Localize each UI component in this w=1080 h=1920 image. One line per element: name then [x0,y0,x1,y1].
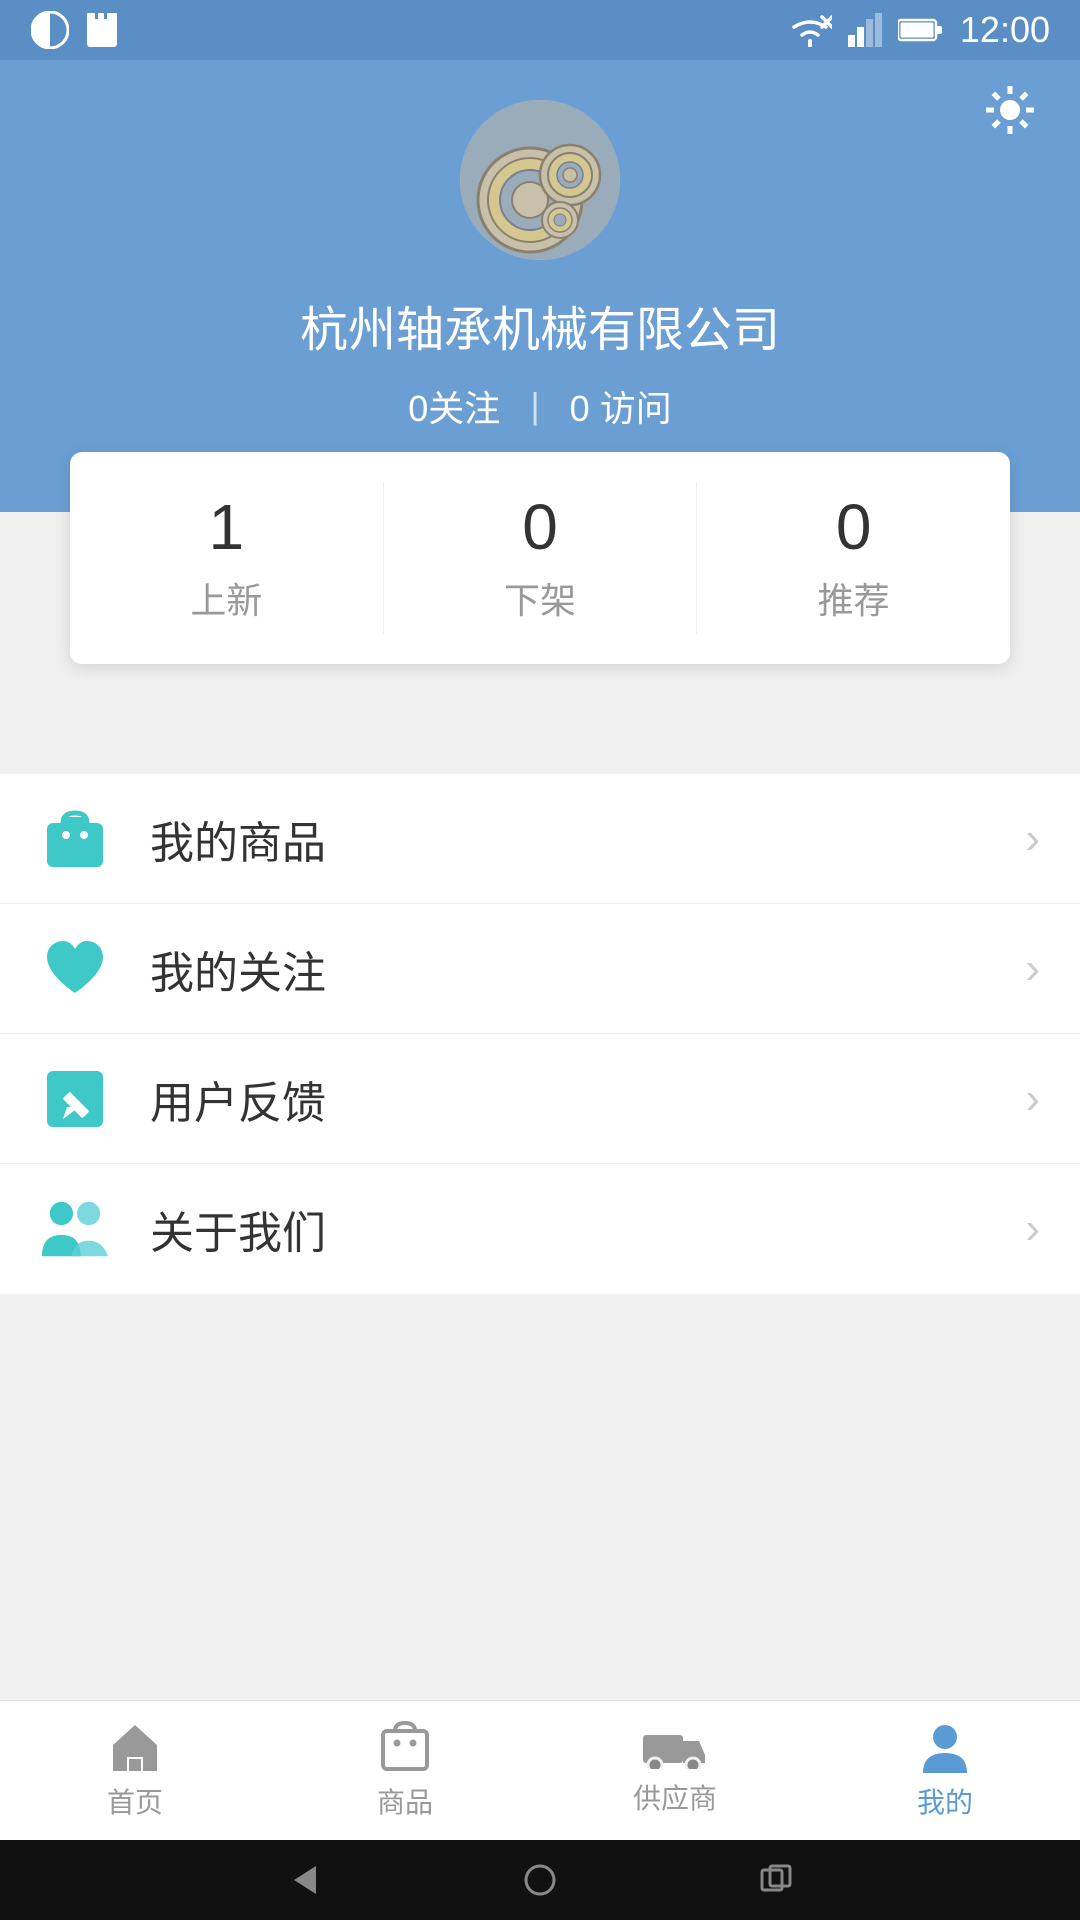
settings-button[interactable] [980,80,1040,140]
menu-label-my-follow: 我的关注 [150,937,1025,1001]
avatar[interactable] [460,100,620,260]
visit-count: 0 访问 [570,380,672,432]
chevron-right-icon: › [1025,814,1040,864]
bottom-nav: 首页 商品 供应商 [0,1700,1080,1840]
sd-card-icon [82,10,122,50]
nav-item-home[interactable]: 首页 [0,1701,270,1840]
nav-item-supplier[interactable]: 供应商 [540,1701,810,1840]
status-time: 12:00 [960,9,1050,51]
supplier-icon [643,1725,707,1769]
shopping-bag-icon [40,804,110,874]
chevron-right-icon-2: › [1025,944,1040,994]
stat-down-label: 下架 [504,572,576,624]
stat-down-number: 0 [522,492,558,562]
nav-item-my[interactable]: 我的 [810,1701,1080,1840]
menu-item-my-products[interactable]: 我的商品 › [0,774,1080,904]
nav-label-supplier: 供应商 [633,1777,717,1817]
menu-label-user-feedback: 用户反馈 [150,1067,1025,1131]
menu-label-my-products: 我的商品 [150,807,1025,871]
stat-recommend-label: 推荐 [818,572,890,624]
follow-count: 0关注 [408,380,500,432]
profile-stats-row: 0关注 | 0 访问 [408,380,671,432]
stat-down[interactable]: 0 下架 [384,452,697,664]
menu-item-user-feedback[interactable]: 用户反馈 › [0,1034,1080,1164]
profile-header: 杭州轴承机械有限公司 0关注 | 0 访问 [0,60,1080,512]
home-button[interactable] [522,1862,558,1898]
feedback-icon [40,1064,110,1134]
stats-card: 1 上新 0 下架 0 推荐 [70,452,1010,664]
nav-label-home: 首页 [107,1781,163,1821]
status-bar: 12:00 [0,0,1080,60]
company-name: 杭州轴承机械有限公司 [300,290,780,360]
my-icon [919,1721,971,1773]
about-icon [40,1194,110,1264]
chevron-right-icon-3: › [1025,1074,1040,1124]
back-button[interactable] [286,1862,322,1898]
status-right-icons: 12:00 [788,9,1050,51]
menu-label-about-us: 关于我们 [150,1197,1025,1261]
stat-new-label: 上新 [190,572,262,624]
spacer [0,664,1080,714]
stat-new[interactable]: 1 上新 [70,452,383,664]
android-nav-bar [0,1840,1080,1920]
nav-label-my: 我的 [917,1781,973,1821]
brightness-icon [30,10,70,50]
products-icon [379,1721,431,1773]
recents-button[interactable] [758,1862,794,1898]
chevron-right-icon-4: › [1025,1204,1040,1254]
stat-recommend[interactable]: 0 推荐 [697,452,1010,664]
menu-item-about-us[interactable]: 关于我们 › [0,1164,1080,1294]
menu-item-my-follow[interactable]: 我的关注 › [0,904,1080,1034]
stat-recommend-number: 0 [836,492,872,562]
heart-icon [40,934,110,1004]
stat-new-number: 1 [209,492,245,562]
status-left-icons [30,10,122,50]
home-icon [109,1721,161,1773]
nav-label-products: 商品 [377,1781,433,1821]
stats-divider: | [530,385,539,427]
menu-section: 我的商品 › 我的关注 › 用户反馈 › [0,774,1080,1294]
nav-item-products[interactable]: 商品 [270,1701,540,1840]
